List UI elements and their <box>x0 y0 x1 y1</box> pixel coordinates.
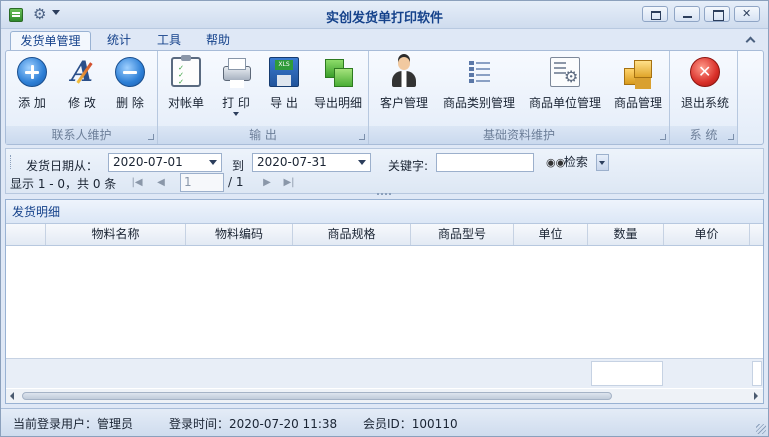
column-header[interactable]: 单位 <box>514 224 588 245</box>
ribbon-panel: 添 加 A 修 改 删 除 联系人维护 对帐单 打 印 <box>5 50 764 145</box>
binoculars-icon: ◉◉ <box>546 156 566 169</box>
collapse-ribbon-icon[interactable] <box>745 34 757 44</box>
pager-summary: 显示 1 - 0，共 0 条 <box>10 177 117 191</box>
edit-button[interactable]: A 修 改 <box>62 55 102 111</box>
horizontal-scrollbar[interactable] <box>6 389 763 403</box>
customer-management-button[interactable]: 客户管理 <box>375 55 433 111</box>
export-detail-button[interactable]: 导出明细 <box>310 55 366 111</box>
exit-system-button[interactable]: 退出系统 <box>676 55 734 111</box>
tab-help[interactable]: 帮助 <box>197 31 239 51</box>
tab-tools[interactable]: 工具 <box>149 31 189 51</box>
close-button[interactable] <box>734 6 760 22</box>
summary-cell <box>752 361 762 386</box>
panel-splitter[interactable] <box>377 193 391 197</box>
date-to-label: 到 <box>232 159 245 173</box>
toolbar-grip[interactable] <box>10 155 13 169</box>
export-sheets-icon <box>323 57 353 87</box>
keyword-input[interactable] <box>436 153 534 172</box>
row-indicator-header <box>6 224 46 245</box>
red-close-icon <box>690 57 720 87</box>
minus-circle-icon <box>115 57 145 87</box>
scroll-left-icon[interactable] <box>10 392 14 400</box>
print-button[interactable]: 打 印 <box>214 55 258 116</box>
statement-button[interactable]: 对帐单 <box>164 55 208 111</box>
chevron-down-icon <box>233 112 239 116</box>
document-gear-icon <box>550 57 580 87</box>
list-icon <box>464 57 494 87</box>
group-system: 退出系统 系 统 <box>670 51 738 144</box>
search-button[interactable]: ◉◉ 检索 <box>542 153 592 172</box>
chevron-down-icon[interactable] <box>358 160 366 165</box>
column-header[interactable]: 物料编码 <box>186 224 293 245</box>
main-window: ⚙ 实创发货单打印软件 发货单管理 统计 工具 帮助 添 加 A 修 改 删 <box>0 0 769 437</box>
group-label-contacts: 联系人维护 <box>6 126 157 144</box>
product-management-button[interactable]: 商品管理 <box>609 55 667 111</box>
date-from-label: 发货日期从： <box>26 159 99 173</box>
chevron-down-icon[interactable] <box>209 160 217 165</box>
tab-shipment-management[interactable]: 发货单管理 <box>10 31 91 52</box>
scrollbar-thumb[interactable] <box>22 392 612 400</box>
resize-grip[interactable] <box>756 424 766 434</box>
grid-summary-row <box>6 358 763 388</box>
person-icon <box>389 57 419 87</box>
scroll-right-icon[interactable] <box>754 392 758 400</box>
group-label-basic: 基础资料维护 <box>369 126 669 144</box>
filter-toolbar: 发货日期从： 2020-07-01 到 2020-07-31 关键字: ◉◉ 检… <box>5 148 764 194</box>
grid-body[interactable] <box>6 246 763 358</box>
restore-layout-button[interactable] <box>642 6 668 22</box>
keyword-label: 关键字: <box>388 159 429 173</box>
group-contacts: 添 加 A 修 改 删 除 联系人维护 <box>6 51 158 144</box>
date-from-picker[interactable]: 2020-07-01 <box>108 153 222 172</box>
column-header[interactable]: 商品规格 <box>293 224 411 245</box>
clipboard-check-icon <box>171 55 201 87</box>
member-id: 会员ID：100110 <box>363 417 458 431</box>
date-to-value: 2020-07-31 <box>257 155 327 169</box>
export-button[interactable]: 导 出 <box>262 55 306 111</box>
date-from-value: 2020-07-01 <box>113 155 183 169</box>
column-header[interactable]: 单价 <box>664 224 750 245</box>
group-label-output: 输 出 <box>158 126 368 144</box>
group-launcher-icon[interactable] <box>728 134 734 140</box>
grid-header: 物料名称 物料编码 商品规格 商品型号 单位 数量 单价 <box>6 224 763 246</box>
first-page-button[interactable]: |◀ <box>130 176 144 190</box>
quantity-total-cell <box>591 361 663 386</box>
prev-page-button[interactable]: ◀ <box>154 176 168 190</box>
group-basic-data: 客户管理 商品类别管理 商品单位管理 商品管理 基础资料维护 <box>369 51 670 144</box>
date-to-picker[interactable]: 2020-07-31 <box>252 153 371 172</box>
maximize-button[interactable] <box>704 6 730 22</box>
status-bar: 当前登录用户：管理员 登录时间：2020-07-20 11:38 会员ID：10… <box>1 408 768 436</box>
group-launcher-icon[interactable] <box>660 134 666 140</box>
column-header[interactable]: 数量 <box>588 224 664 245</box>
font-edit-icon: A <box>67 57 97 87</box>
page-total: / 1 <box>228 175 244 189</box>
column-header[interactable]: 商品型号 <box>411 224 514 245</box>
group-launcher-icon[interactable] <box>359 134 365 140</box>
group-output: 对帐单 打 印 导 出 导出明细 输 出 <box>158 51 369 144</box>
login-time: 登录时间：2020-07-20 11:38 <box>169 417 338 431</box>
category-management-button[interactable]: 商品类别管理 <box>437 55 521 111</box>
excel-save-icon <box>269 57 299 87</box>
delete-button[interactable]: 删 除 <box>110 55 150 111</box>
shipment-detail-panel: 发货明细 物料名称 物料编码 商品规格 商品型号 单位 数量 单价 <box>5 199 764 404</box>
group-label-system: 系 统 <box>670 126 737 144</box>
toolbar-overflow-button[interactable] <box>596 154 609 171</box>
title-bar: ⚙ 实创发货单打印软件 <box>1 1 768 29</box>
minimize-button[interactable] <box>674 6 700 22</box>
unit-management-button[interactable]: 商品单位管理 <box>523 55 607 111</box>
printer-icon <box>221 57 251 87</box>
last-page-button[interactable]: ▶| <box>282 176 296 190</box>
panel-title: 发货明细 <box>6 200 763 224</box>
page-number-input[interactable]: 1 <box>180 173 224 192</box>
add-button[interactable]: 添 加 <box>12 55 52 111</box>
group-launcher-icon[interactable] <box>148 134 154 140</box>
column-header[interactable]: 物料名称 <box>46 224 186 245</box>
current-user: 当前登录用户：管理员 <box>13 417 134 431</box>
tab-statistics[interactable]: 统计 <box>98 31 140 51</box>
next-page-button[interactable]: ▶ <box>260 176 274 190</box>
plus-circle-icon <box>17 57 47 87</box>
boxes-icon <box>623 57 653 87</box>
ribbon-tabs: 发货单管理 统计 工具 帮助 <box>1 29 768 52</box>
